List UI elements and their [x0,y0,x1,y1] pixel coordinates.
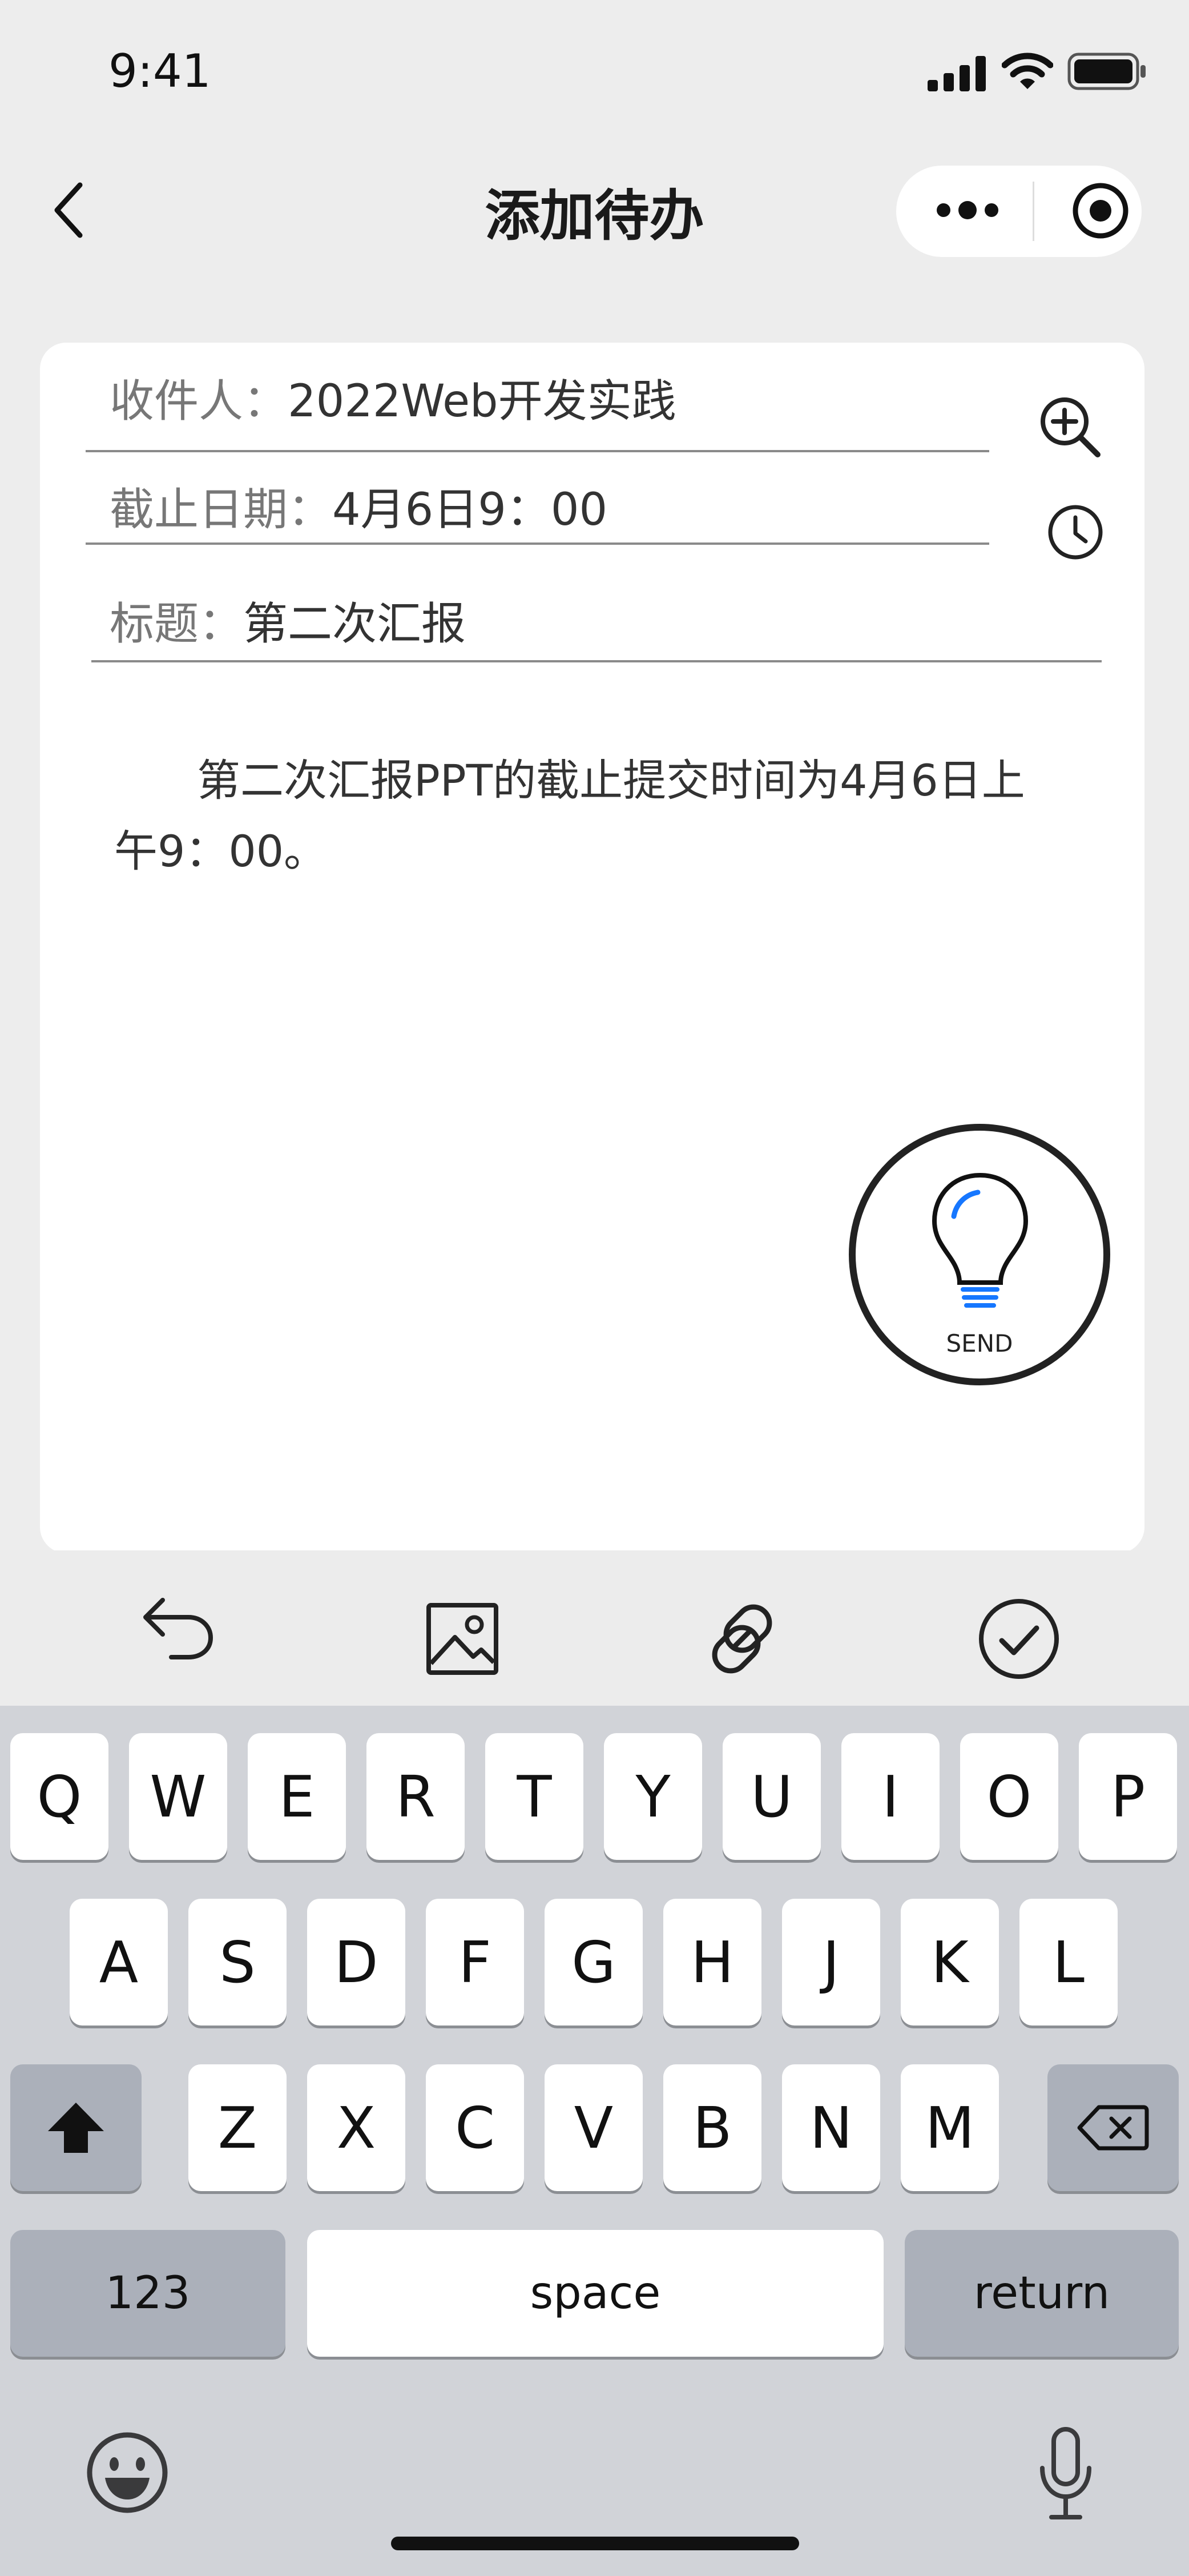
recipient-row[interactable]: 收件人：2022Web开发实践 [110,365,676,429]
key-k[interactable]: K [901,1899,999,2026]
deadline-row[interactable]: 截止日期：4月6日9：00 [110,474,607,538]
signal-icon [928,56,986,91]
key-h[interactable]: H [663,1899,761,2026]
deadline-label: 截止日期： [110,484,333,536]
key-j[interactable]: J [782,1899,880,2026]
recipient-label: 收件人： [110,376,288,427]
zoom-in-icon[interactable] [1036,393,1105,461]
deadline-value[interactable]: 4月6日9：00 [332,484,607,536]
key-f[interactable]: F [426,1899,524,2026]
return-key[interactable]: return [905,2230,1179,2357]
shift-arrow-icon [48,2103,104,2153]
backspace-icon [1077,2105,1149,2151]
key-p[interactable]: P [1079,1733,1177,1860]
key-y[interactable]: Y [604,1733,702,1860]
key-v[interactable]: V [545,2064,643,2191]
clock-icon[interactable] [1046,503,1105,562]
recipient-value[interactable]: 2022Web开发实践 [288,376,676,427]
undo-icon[interactable] [140,1593,217,1662]
title-label: 标题： [110,598,244,650]
emoji-icon[interactable] [84,2430,170,2515]
key-g[interactable]: G [545,1899,643,2026]
battery-icon [1067,53,1146,90]
deadline-underline [86,542,989,545]
key-m[interactable]: M [901,2064,999,2191]
todo-body-text[interactable]: 第二次汇报PPT的截止提交时间为4月6日上午9：00。 [114,745,1050,887]
title-underline [91,660,1102,662]
image-icon[interactable] [425,1602,499,1676]
key-w[interactable]: W [129,1733,227,1860]
key-z[interactable]: Z [188,2064,287,2191]
key-t[interactable]: T [485,1733,583,1860]
key-q[interactable]: Q [10,1733,108,1860]
space-key[interactable]: space [307,2230,884,2357]
key-b[interactable]: B [663,2064,761,2191]
lightbulb-icon [932,1172,1029,1308]
key-l[interactable]: L [1019,1899,1118,2026]
recipient-underline [86,450,989,452]
send-button[interactable]: SEND [849,1124,1110,1385]
backspace-key[interactable] [1047,2064,1179,2191]
key-x[interactable]: X [307,2064,405,2191]
microphone-icon[interactable] [1034,2426,1097,2523]
key-u[interactable]: U [723,1733,821,1860]
status-time: 9:41 [108,45,211,98]
numbers-key[interactable]: 123 [10,2230,285,2357]
capsule-divider [1033,182,1034,241]
key-a[interactable]: A [70,1899,168,2026]
key-n[interactable]: N [782,2064,880,2191]
more-icon[interactable] [933,196,1002,224]
key-e[interactable]: E [248,1733,346,1860]
confirm-check-icon[interactable] [976,1596,1062,1682]
title-row[interactable]: 标题：第二次汇报 [110,588,466,652]
key-i[interactable]: I [841,1733,940,1860]
key-d[interactable]: D [307,1899,405,2026]
title-value[interactable]: 第二次汇报 [243,598,466,650]
key-r[interactable]: R [366,1733,465,1860]
home-indicator [391,2537,799,2550]
wifi-icon [1002,53,1053,89]
key-c[interactable]: C [426,2064,524,2191]
shift-key[interactable] [10,2064,142,2191]
link-icon[interactable] [702,1599,782,1679]
key-s[interactable]: S [188,1899,287,2026]
key-o[interactable]: O [960,1733,1058,1860]
send-label: SEND [946,1329,1013,1357]
close-miniprogram-icon[interactable] [1070,180,1131,241]
